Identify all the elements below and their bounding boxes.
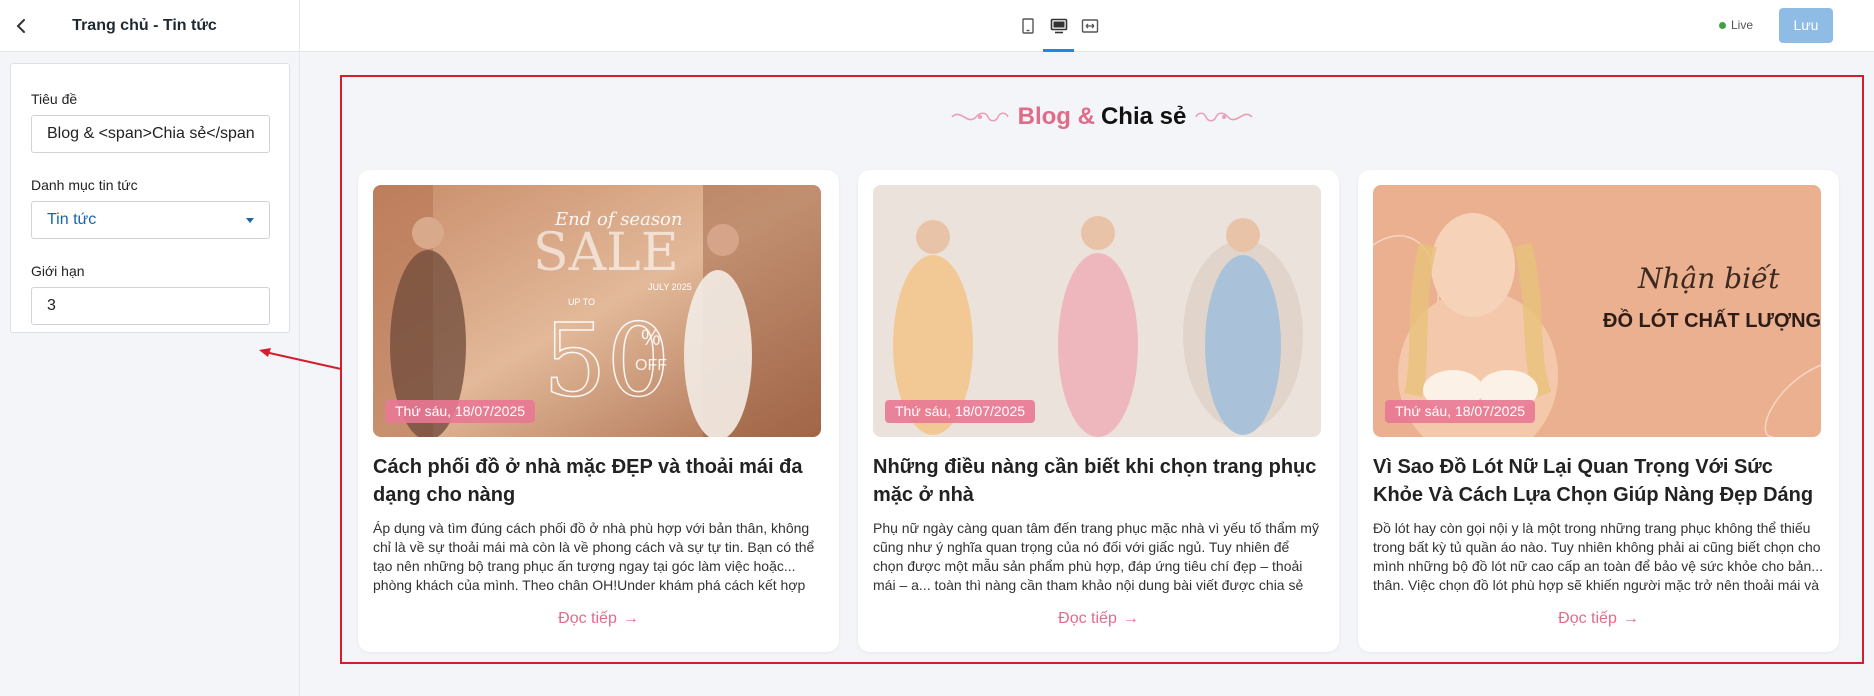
banner-text-7: OFF [635, 357, 667, 374]
blog-card-image[interactable]: Thứ sáu, 18/07/2025 [873, 185, 1321, 437]
read-more-label: Đọc tiếp [558, 610, 617, 627]
mobile-view-button[interactable] [1012, 0, 1043, 52]
arrow-right-icon: → [622, 610, 639, 627]
arrow-right-icon: → [1122, 610, 1139, 627]
blog-card-image[interactable]: End of season SALE UP TO JULY 2025 50 % … [373, 185, 821, 437]
blog-card-title[interactable]: Những điều nàng cần biết khi chọn trang … [873, 453, 1323, 509]
flourish-left-icon [951, 112, 1009, 122]
limit-input[interactable] [31, 287, 270, 325]
banner-text-5: JULY 2025 [648, 282, 692, 292]
fullwidth-icon [1081, 19, 1098, 33]
category-label: Danh mục tin tức [31, 177, 138, 193]
banner-subheading-text: ĐỒ LÓT CHẤT LƯỢNG [1603, 308, 1821, 332]
read-more-link[interactable]: Đọc tiếp → [358, 610, 839, 628]
blog-card-title[interactable]: Vì Sao Đồ Lót Nữ Lại Quan Trọng Với Sức … [1373, 453, 1823, 509]
mobile-icon [1021, 18, 1034, 34]
title-input[interactable] [31, 115, 270, 153]
flourish-right-icon [1195, 112, 1253, 122]
title-label: Tiêu đề [31, 91, 78, 107]
fullwidth-view-button[interactable] [1074, 0, 1105, 52]
back-button[interactable] [2, 0, 42, 52]
annotation-arrow-icon [259, 348, 342, 370]
blog-card-excerpt: Đồ lót hay còn gọi nội y là một trong nh… [1373, 520, 1823, 593]
category-selected-value: Tin tức [47, 211, 97, 228]
blog-card-excerpt: Áp dụng và tìm đúng cách phối đồ ở nhà p… [373, 520, 815, 593]
blog-card[interactable]: End of season SALE UP TO JULY 2025 50 % … [358, 170, 839, 652]
section-title: Blog & Chia sẻ [342, 103, 1862, 131]
live-dot-icon [1719, 21, 1726, 29]
desktop-icon [1050, 18, 1067, 34]
blog-card[interactable]: Thứ sáu, 18/07/2025 Những điều nàng cần … [858, 170, 1339, 652]
read-more-label: Đọc tiếp [1558, 610, 1617, 627]
date-badge: Thứ sáu, 18/07/2025 [885, 400, 1036, 423]
read-more-link[interactable]: Đọc tiếp → [1358, 610, 1839, 628]
blog-card-title[interactable]: Cách phối đồ ở nhà mặc ĐẸP và thoải mái … [373, 453, 823, 509]
sidebar-title: Trang chủ - Tin tức [72, 16, 217, 34]
section-preview-frame: Blog & Chia sẻ End of season SALE UP TO … [340, 75, 1864, 664]
category-select[interactable]: Tin tức [31, 201, 270, 239]
banner-text-6: % [641, 325, 661, 350]
date-badge: Thứ sáu, 18/07/2025 [1385, 400, 1536, 423]
chevron-left-icon [16, 18, 25, 33]
banner-heading-text: Nhận biết [1637, 262, 1780, 295]
blog-card-excerpt: Phụ nữ ngày càng quan tâm đến trang phục… [873, 520, 1319, 593]
save-button[interactable]: Lưu [1779, 8, 1833, 43]
title-pink-text: Blog & [1017, 103, 1095, 130]
live-status: Live [1719, 18, 1753, 32]
banner-text-2: SALE [533, 223, 679, 283]
title-dark-text: Chia sẻ [1100, 103, 1187, 130]
sidebar-header: Trang chủ - Tin tức [0, 0, 299, 52]
live-label: Live [1731, 18, 1754, 32]
limit-label: Giới hạn [31, 263, 85, 279]
editor-topbar: Live Lưu [300, 0, 1874, 52]
read-more-link[interactable]: Đọc tiếp → [858, 610, 1339, 628]
read-more-label: Đọc tiếp [1058, 610, 1117, 627]
desktop-view-button[interactable] [1043, 0, 1074, 52]
caret-down-icon [246, 218, 254, 223]
arrow-right-icon: → [1622, 610, 1639, 627]
blog-card[interactable]: Nhận biết ĐỒ LÓT CHẤT LƯỢNG Thứ sáu, 18/… [1358, 170, 1839, 652]
date-badge: Thứ sáu, 18/07/2025 [385, 400, 536, 423]
settings-form: Tiêu đề Danh mục tin tức Tin tức Giới hạ… [10, 63, 290, 333]
blog-card-image[interactable]: Nhận biết ĐỒ LÓT CHẤT LƯỢNG Thứ sáu, 18/… [1373, 185, 1821, 437]
device-switcher [1012, 0, 1105, 52]
